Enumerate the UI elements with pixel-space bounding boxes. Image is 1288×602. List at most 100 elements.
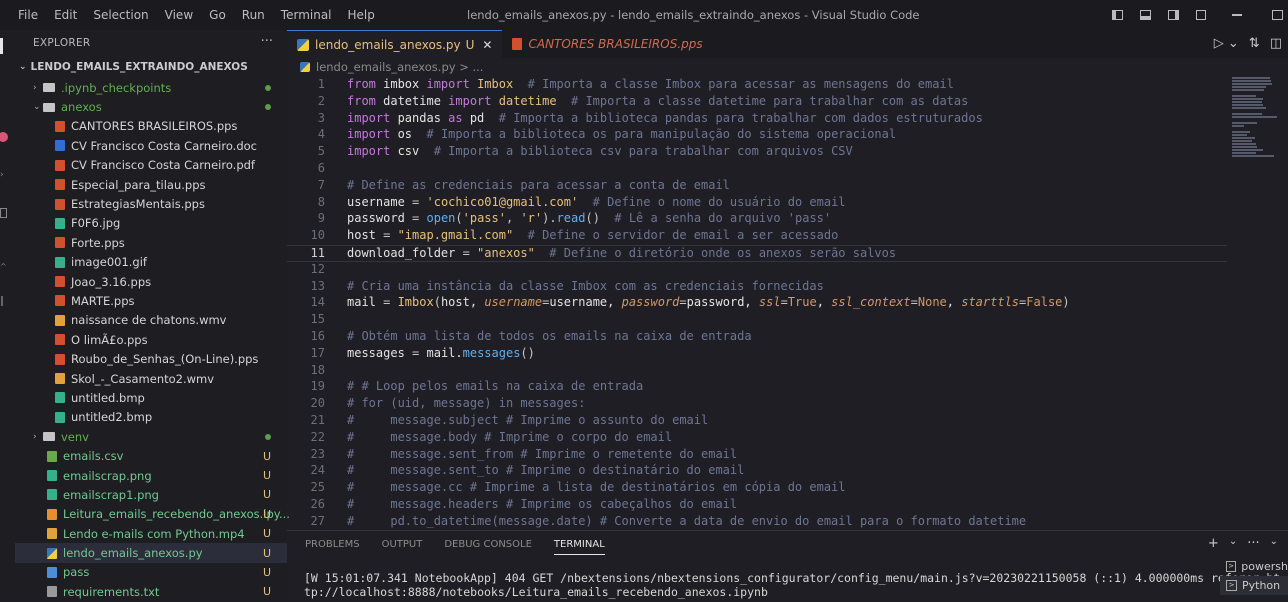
code-line[interactable]: 1 from imbox import Imbox # Importa a cla… bbox=[287, 77, 1227, 94]
toggle-secondary-sidebar-icon[interactable] bbox=[1162, 0, 1184, 30]
menu-selection[interactable]: Selection bbox=[85, 8, 156, 22]
terminal-dropdown-icon[interactable]: ⌄ bbox=[1229, 536, 1237, 551]
file-item[interactable]: Forte.pps bbox=[15, 233, 287, 252]
file-item[interactable]: CV Francisco Costa Carneiro.doc bbox=[15, 136, 287, 155]
maximize-icon[interactable] bbox=[1266, 0, 1288, 30]
code-line[interactable]: 20 # for (uid, message) in messages: bbox=[287, 396, 1227, 413]
code-line[interactable]: 16 # Obtém uma lista de todos os emails n… bbox=[287, 329, 1227, 346]
code-line[interactable]: 15 bbox=[287, 312, 1227, 329]
file-item[interactable]: CANTORES BRASILEIROS.pps bbox=[15, 117, 287, 136]
tab-lendo-emails-anexos[interactable]: lendo_emails_anexos.py U ✕ bbox=[287, 30, 503, 58]
code-line[interactable]: 8 username = 'cochico01@gmail.com' # Defi… bbox=[287, 195, 1227, 212]
menu-file[interactable]: File bbox=[10, 8, 46, 22]
close-tab-icon[interactable]: ✕ bbox=[482, 38, 492, 52]
menu-view[interactable]: View bbox=[157, 8, 201, 22]
file-item[interactable]: MARTE.pps bbox=[15, 291, 287, 310]
code-editor[interactable]: 1 from imbox import Imbox # Importa a cla… bbox=[287, 77, 1227, 531]
customize-layout-icon[interactable] bbox=[1190, 0, 1212, 30]
explorer-icon[interactable] bbox=[0, 38, 14, 54]
folder-item[interactable]: › venv bbox=[15, 427, 287, 446]
code-line[interactable]: 9 password = open('pass', 'r').read() # L… bbox=[287, 211, 1227, 228]
code-line[interactable]: 12 bbox=[287, 262, 1227, 279]
code-line[interactable]: 23 # message.sent_from # Imprime o remete… bbox=[287, 447, 1227, 464]
panel-tab-problems[interactable]: PROBLEMS bbox=[305, 539, 360, 555]
tree-item-label: naissance de chatons.wmv bbox=[71, 313, 227, 328]
run-debug-icon[interactable]: › bbox=[0, 168, 14, 182]
terminal-output[interactable]: [W 15:01:07.341 NotebookApp] 404 GET /nb… bbox=[304, 571, 1280, 599]
open-changes-icon[interactable]: ⇅ bbox=[1249, 36, 1260, 51]
search-icon[interactable]: ^ bbox=[0, 260, 14, 274]
file-item[interactable]: Leitura_emails_recebendo_anexos.ipy... U bbox=[15, 505, 290, 524]
code-line[interactable]: 14 mail = Imbox(host, username=username, … bbox=[287, 295, 1227, 312]
code-text: messages = mail.messages() bbox=[347, 345, 535, 360]
terminal-instance[interactable]: > Python bbox=[1220, 576, 1288, 595]
menu-help[interactable]: Help bbox=[340, 8, 383, 22]
breadcrumb-path[interactable]: lendo_emails_anexos.py > ... bbox=[316, 60, 483, 74]
explorer-more-icon[interactable]: ··· bbox=[261, 34, 273, 49]
code-line[interactable]: 19 # # Loop pelos emails na caixa de entr… bbox=[287, 379, 1227, 396]
new-terminal-icon[interactable]: + bbox=[1208, 536, 1219, 551]
file-item[interactable]: untitled.bmp bbox=[15, 388, 287, 407]
more-actions-icon[interactable]: ··· bbox=[1247, 536, 1259, 551]
terminal-instance[interactable]: > powersh bbox=[1220, 557, 1288, 576]
remote-icon[interactable] bbox=[0, 296, 14, 310]
code-line[interactable]: 17 messages = mail.messages() bbox=[287, 346, 1227, 363]
code-line[interactable]: 21 # message.subject # Imprime o assunto … bbox=[287, 413, 1227, 430]
code-line[interactable]: 25 # message.cc # Imprime a lista de dest… bbox=[287, 480, 1227, 497]
menu-run[interactable]: Run bbox=[234, 8, 273, 22]
file-item[interactable]: untitled2.bmp bbox=[15, 408, 287, 427]
extensions-icon[interactable] bbox=[0, 206, 14, 220]
run-python-file-icon[interactable]: ▷ ⌄ bbox=[1214, 36, 1239, 51]
minimize-icon[interactable] bbox=[1226, 0, 1248, 30]
code-line[interactable]: 18 bbox=[287, 363, 1227, 380]
code-line[interactable]: 5 import csv # Importa a biblioteca csv p… bbox=[287, 144, 1227, 161]
code-line[interactable]: 13 # Cria uma instância da classe Imbox c… bbox=[287, 279, 1227, 296]
file-item[interactable]: lendo_emails_anexos.py U bbox=[15, 543, 287, 563]
file-item[interactable]: Joao_3.16.pps bbox=[15, 272, 287, 291]
file-item[interactable]: EstrategiasMentais.pps bbox=[15, 194, 287, 213]
code-line[interactable]: 24 # message.sent_to # Imprime o destinat… bbox=[287, 463, 1227, 480]
file-item[interactable]: Roubo_de_Senhas_(On-Line).pps bbox=[15, 349, 287, 368]
folder-item[interactable]: › .ipynb_checkpoints bbox=[15, 78, 287, 97]
panel-tab-output[interactable]: OUTPUT bbox=[382, 539, 423, 555]
accounts-badge-icon[interactable] bbox=[0, 132, 14, 146]
code-line[interactable]: 10 host = "imap.gmail.com" # Define o ser… bbox=[287, 228, 1227, 245]
file-item[interactable]: emailscrap.png U bbox=[15, 466, 287, 485]
pps-file-icon bbox=[512, 38, 523, 50]
minimap[interactable] bbox=[1232, 77, 1286, 157]
file-item[interactable]: F0F6.jpg bbox=[15, 214, 287, 233]
code-line[interactable]: 3 import pandas as pd # Importa a bibliot… bbox=[287, 111, 1227, 128]
file-item[interactable]: emailscrap1.png U bbox=[15, 485, 287, 504]
toggle-panel-icon[interactable] bbox=[1134, 0, 1156, 30]
panel-tab-terminal[interactable]: TERMINAL bbox=[553, 539, 605, 555]
split-editor-icon[interactable]: ◫ bbox=[1270, 36, 1282, 51]
file-item[interactable]: O limÃ£o.pps bbox=[15, 330, 287, 349]
code-line[interactable]: 7 # Define as credenciais para acessar a … bbox=[287, 178, 1227, 195]
tab-cantores-brasileiros[interactable]: CANTORES BRASILEIROS.pps bbox=[502, 30, 712, 58]
panel-tab-debug-console[interactable]: DEBUG CONSOLE bbox=[444, 539, 532, 555]
toggle-primary-sidebar-icon[interactable] bbox=[1106, 0, 1128, 30]
file-item[interactable]: emails.csv U bbox=[15, 446, 287, 465]
code-line[interactable]: 4 import os # Importa a biblioteca os par… bbox=[287, 127, 1227, 144]
menu-terminal[interactable]: Terminal bbox=[273, 8, 340, 22]
file-item[interactable]: pass U bbox=[15, 563, 287, 582]
file-item[interactable]: Lendo e-mails com Python.mp4 U bbox=[15, 524, 287, 543]
menu-go[interactable]: Go bbox=[201, 8, 234, 22]
code-line[interactable]: 26 # message.headers # Imprime os cabeçal… bbox=[287, 497, 1227, 514]
code-line[interactable]: 27 # pd.to_datetime(message.date) # Conve… bbox=[287, 514, 1227, 531]
file-item[interactable]: Skol_-_Casamento2.wmv bbox=[15, 369, 287, 388]
panel-collapse-icon[interactable]: ⌄ bbox=[1270, 536, 1278, 551]
menu-edit[interactable]: Edit bbox=[46, 8, 85, 22]
folder-item[interactable]: ⌄ anexos bbox=[15, 97, 287, 116]
file-item[interactable]: image001.gif bbox=[15, 253, 287, 272]
code-line[interactable]: 2 from datetime import datetime # Importa… bbox=[287, 94, 1227, 111]
file-item[interactable]: CV Francisco Costa Carneiro.pdf bbox=[15, 156, 287, 175]
file-item[interactable]: requirements.txt U bbox=[15, 582, 287, 601]
file-item[interactable]: Especial_para_tilau.pps bbox=[15, 175, 287, 194]
breadcrumb[interactable]: lendo_emails_anexos.py > ... bbox=[300, 60, 483, 74]
code-line[interactable]: 22 # message.body # Imprime o corpo do em… bbox=[287, 430, 1227, 447]
code-line[interactable]: 11 download_folder = "anexos" # Define o … bbox=[287, 244, 1227, 262]
workspace-root-folder[interactable]: ⌄ LENDO_EMAILS_EXTRAINDO_ANEXOS bbox=[15, 56, 287, 78]
file-item[interactable]: naissance de chatons.wmv bbox=[15, 311, 287, 330]
code-line[interactable]: 6 bbox=[287, 161, 1227, 178]
